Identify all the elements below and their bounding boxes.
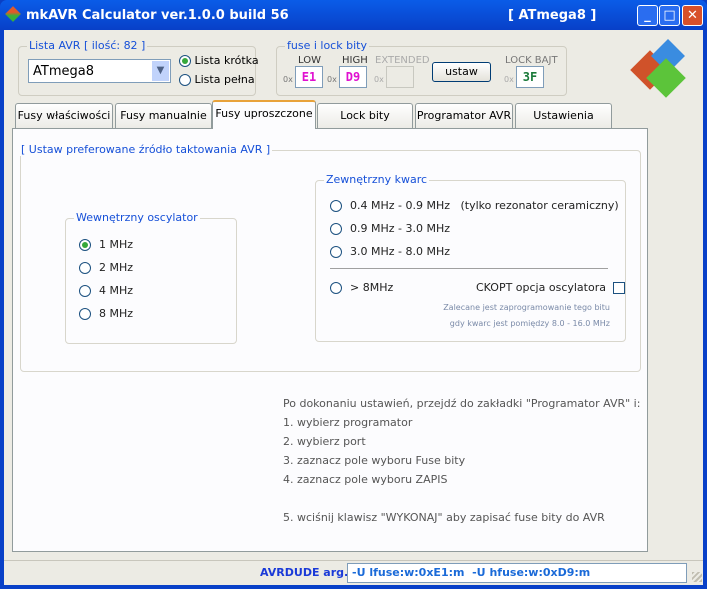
ckopt-hint-2: gdy kwarc jest pomiędzy 8.0 - 16.0 MHz	[449, 319, 610, 328]
avrdude-label: AVRDUDE arg.	[260, 566, 349, 579]
option-label: 1 MHz	[99, 238, 134, 251]
window-title: mkAVR Calculator ver.1.0.0 build 56	[26, 8, 289, 23]
tab-lock-bity[interactable]: Lock bity	[317, 103, 413, 128]
tab-fusy-wlasciwosci[interactable]: Fusy właściwości	[15, 103, 113, 128]
tab-fusy-uproszczone[interactable]: Fusy uproszczone	[212, 100, 316, 129]
resize-grip-icon[interactable]	[692, 572, 702, 582]
high-fuse-field[interactable]: D9	[339, 66, 367, 88]
radio-icon	[179, 55, 191, 67]
radio-icon	[330, 282, 342, 294]
divider	[330, 268, 608, 269]
radio-icon	[330, 223, 342, 235]
radio-icon	[330, 200, 342, 212]
clock-source-label: [ Ustaw preferowane źródło taktowania AV…	[19, 143, 273, 156]
instruction-step: 3. zaznacz pole wyboru Fuse bity	[283, 454, 466, 467]
logo-icon	[630, 38, 690, 98]
avrdude-args-field[interactable]: -U lfuse:w:0xE1:m -U hfuse:w:0xD9:m	[347, 563, 687, 583]
radio-4mhz[interactable]: 4 MHz	[79, 284, 133, 297]
option-label: 2 MHz	[99, 261, 134, 274]
radio-full-list[interactable]: Lista pełna	[179, 73, 255, 86]
radio-icon	[79, 262, 91, 274]
avr-select-value: ATmega8	[33, 64, 94, 79]
lock-prefix: 0x	[504, 75, 514, 84]
lock-byte-field[interactable]: 3F	[516, 66, 544, 88]
device-tag: [ ATmega8 ]	[508, 8, 597, 23]
lock-label: LOCK BAJT	[505, 55, 558, 66]
radio-icon	[330, 246, 342, 258]
option-label: > 8MHz	[350, 281, 394, 294]
tab-ustawienia[interactable]: Ustawienia	[515, 103, 612, 128]
external-crystal-label: Zewnętrzny kwarc	[324, 173, 430, 186]
radio-3-0-8-0mhz[interactable]: 3.0 MHz - 8.0 MHz	[330, 245, 450, 258]
short-list-label: Lista krótka	[194, 54, 259, 67]
option-label: 8 MHz	[99, 307, 134, 320]
tab-programator-avr[interactable]: Programator AVR	[415, 103, 513, 128]
radio-icon	[79, 239, 91, 251]
option-label: 3.0 MHz - 8.0 MHz	[350, 245, 451, 258]
radio-icon	[179, 74, 191, 86]
internal-oscillator-label: Wewnętrzny oscylator	[74, 211, 200, 224]
fuse-group-label: fuse i lock bity	[285, 39, 369, 52]
radio-1mhz[interactable]: 1 MHz	[79, 238, 133, 251]
full-list-label: Lista pełna	[194, 73, 255, 86]
extended-fuse-field	[386, 66, 414, 88]
instruction-intro: Po dokonaniu ustawień, przejdź do zakład…	[283, 397, 641, 410]
app-icon	[5, 6, 21, 22]
high-label: HIGH	[342, 55, 368, 66]
chevron-down-icon[interactable]: ▼	[152, 61, 169, 81]
instruction-step: 2. wybierz port	[283, 435, 366, 448]
radio-8mhz[interactable]: 8 MHz	[79, 307, 133, 320]
ckopt-checkbox[interactable]: CKOPT opcja oscylatora	[476, 281, 626, 294]
tab-fusy-manualnie[interactable]: Fusy manualnie	[115, 103, 212, 128]
minimize-button[interactable]: _	[637, 5, 658, 26]
ckopt-hint-1: Zalecane jest zaprogramowanie tego bitu	[443, 303, 610, 312]
low-fuse-field[interactable]: E1	[295, 66, 323, 88]
radio-0-9-3-0mhz[interactable]: 0.9 MHz - 3.0 MHz	[330, 222, 450, 235]
title-bar[interactable]: mkAVR Calculator ver.1.0.0 build 56 [ AT…	[0, 0, 707, 30]
low-prefix: 0x	[283, 75, 293, 84]
set-button[interactable]: ustaw	[432, 62, 491, 82]
maximize-button[interactable]: □	[659, 5, 680, 26]
radio-icon	[79, 308, 91, 320]
internal-oscillator-group: Wewnętrzny oscylator	[65, 211, 237, 344]
option-label: 0.9 MHz - 3.0 MHz	[350, 222, 451, 235]
radio-icon	[79, 285, 91, 297]
low-label: LOW	[298, 55, 321, 66]
high-prefix: 0x	[327, 75, 337, 84]
radio-short-list[interactable]: Lista krótka	[179, 54, 259, 67]
radio-0-4-0-9mhz[interactable]: 0.4 MHz - 0.9 MHz (tylko rezonator ceram…	[330, 199, 619, 212]
instruction-step: 4. zaznacz pole wyboru ZAPIS	[283, 473, 448, 486]
instruction-step: 1. wybierz programator	[283, 416, 413, 429]
radio-2mhz[interactable]: 2 MHz	[79, 261, 133, 274]
option-label: 0.4 MHz - 0.9 MHz	[350, 199, 451, 212]
extended-label: EXTENDED	[375, 55, 430, 66]
avr-select[interactable]: ATmega8 ▼	[28, 59, 171, 83]
ceramic-note: (tylko rezonator ceramiczny)	[460, 199, 619, 212]
instruction-step: 5. wciśnij klawisz "WYKONAJ" aby zapisać…	[283, 511, 605, 524]
close-button[interactable]: ✕	[682, 5, 703, 26]
ext-prefix: 0x	[374, 75, 384, 84]
option-label: 4 MHz	[99, 284, 134, 297]
window: mkAVR Calculator ver.1.0.0 build 56 [ AT…	[0, 0, 707, 589]
checkbox-icon	[613, 282, 626, 294]
radio-above-8mhz[interactable]: > 8MHz	[330, 281, 393, 294]
avr-list-label: Lista AVR [ ilość: 82 ]	[27, 39, 148, 52]
ckopt-label: CKOPT opcja oscylatora	[476, 281, 606, 294]
